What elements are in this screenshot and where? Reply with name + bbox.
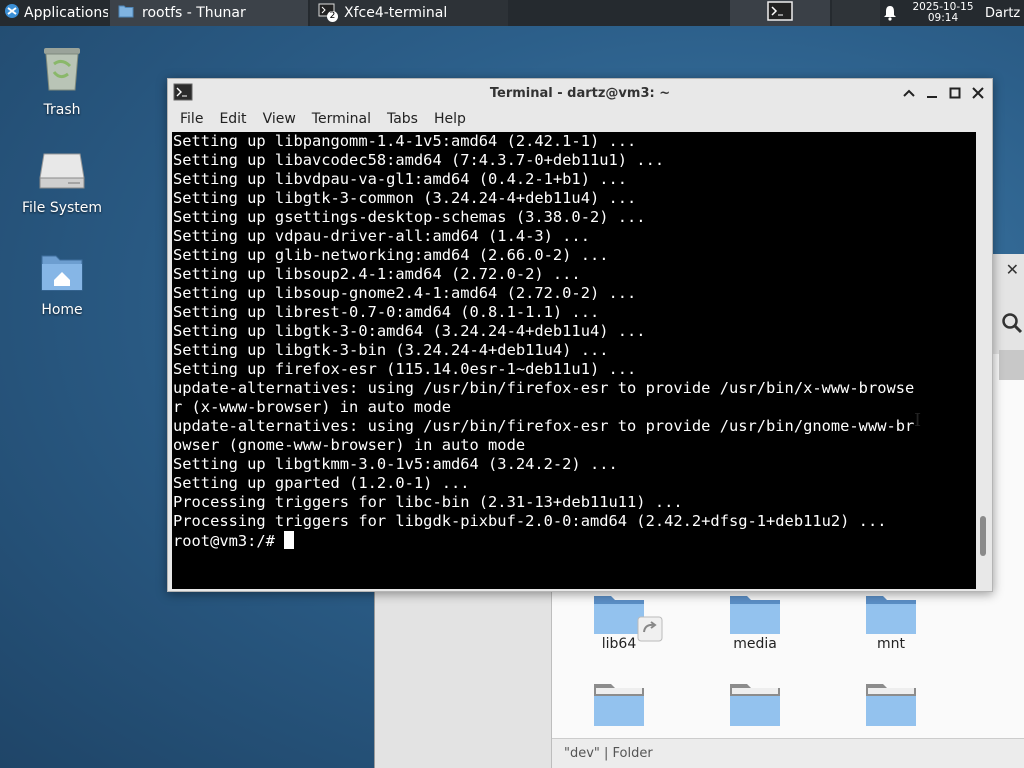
menu-help[interactable]: Help [426,111,474,127]
user-menu[interactable]: Dartz [985,0,1024,26]
folder-icon [695,682,815,728]
terminal-line: r (x-www-browser) in auto mode [173,398,451,416]
desktop-icon-home[interactable]: Home [12,250,112,318]
desktop-icon-label: File System [21,200,103,216]
thunar-statusbar: "dev" | Folder [552,738,1024,768]
menu-view[interactable]: View [255,111,304,127]
terminal-line: Setting up glib-networking:amd64 (2.66.0… [173,246,609,264]
terminal-launcher-button[interactable] [730,0,830,26]
terminal-scrollbar[interactable] [976,132,990,589]
folder-icon [118,4,134,22]
folder-item[interactable]: media [695,594,815,652]
terminal-line: Setting up firefox-esr (115.14.0esr-1~de… [173,360,637,378]
menu-terminal[interactable]: Terminal [304,111,379,127]
text-cursor [284,531,295,549]
terminal-line: Setting up libsoup-gnome2.4-1:amd64 (2.7… [173,284,637,302]
terminal-line: Setting up libsoup2.4-1:amd64 (2.72.0-2)… [173,265,581,283]
desktop-icon-file-system[interactable]: File System [12,148,112,216]
folder-icon [695,594,815,636]
folder-item[interactable]: mnt [831,594,951,652]
folder-item[interactable] [831,682,951,728]
trash-icon [38,48,86,98]
clock[interactable]: 2025-10-15 09:14 [903,0,983,26]
clock-time: 09:14 [927,12,959,24]
terminal-menubar: File Edit View Terminal Tabs Help [168,107,992,131]
drive-icon [38,153,86,196]
taskbar-item-thunar[interactable]: rootfs - Thunar [110,0,308,26]
terminal-line: Setting up libavcodec58:amd64 (7:4.3.7-0… [173,151,665,169]
terminal-window: Terminal - dartz@vm3: ~ File Edit View T… [167,78,993,592]
taskbar-item-label: rootfs - Thunar [142,5,246,21]
folder-label: mnt [877,636,905,652]
close-icon[interactable] [969,84,987,102]
terminal-line: Setting up libgtk-3-common (3.24.24-4+de… [173,189,637,207]
maximize-icon[interactable] [946,84,964,102]
terminal-line: Setting up gparted (1.2.0-1) ... [173,474,470,492]
terminal-line: update-alternatives: using /usr/bin/fire… [173,379,915,397]
top-panel: Applications ⋮ rootfs - Thunar 2 Xfce4-t… [0,0,1024,26]
terminal-line: owser (gnome-www-browser) in auto mode [173,436,526,454]
prompt-text: root@vm3:/# [173,532,285,550]
window-title: Terminal - dartz@vm3: ~ [489,85,671,101]
applications-menu-button[interactable]: Applications ⋮ [0,0,108,26]
text-cursor-ibeam-icon: I [914,410,922,431]
terminal-line: Setting up libpangomm-1.4-1v5:amd64 (2.4… [173,132,637,150]
desktop-icon-label: Trash [43,102,81,118]
folder-icon [559,682,679,728]
folder-icon [831,594,951,636]
xfce-logo-icon [4,3,20,23]
location-bar[interactable] [999,350,1024,380]
prompt-line[interactable]: root@vm3:/# [173,531,976,550]
terminal-line: Setting up libgtkmm-3.0-1v5:amd64 (3.24.… [173,455,618,473]
menu-file[interactable]: File [172,111,211,127]
close-icon[interactable]: ✕ [1006,260,1019,279]
symlink-badge-icon [637,616,663,642]
taskbar-item-terminal[interactable]: 2 Xfce4-terminal [310,0,508,26]
terminal-output[interactable]: Setting up libpangomm-1.4-1v5:amd64 (2.4… [172,132,976,589]
terminal-line: update-alternatives: using /usr/bin/fire… [173,417,915,435]
folder-label: media [733,636,777,652]
terminal-line: Setting up gsettings-desktop-schemas (3.… [173,208,646,226]
scrollbar-thumb[interactable] [980,516,986,556]
terminal-icon: 2 [318,3,338,23]
notification-bell-icon[interactable] [880,0,900,26]
terminal-line: Setting up librest-0.7-0:amd64 (0.8.1-1.… [173,303,600,321]
applications-label: Applications [24,5,108,21]
home-folder-icon [38,255,86,298]
terminal-line: Processing triggers for libgdk-pixbuf-2.… [173,512,887,530]
search-icon[interactable] [1001,312,1023,340]
folder-item[interactable] [695,682,815,728]
terminal-line: Setting up libvdpau-va-gl1:amd64 (0.4.2-… [173,170,628,188]
folder-item[interactable]: lib64 [559,594,679,652]
terminal-line: Setting up vdpau-driver-all:amd64 (1.4-3… [173,227,590,245]
taskbar-item-label: Xfce4-terminal [344,5,448,21]
folder-icon [559,594,679,642]
desktop-icon-label: Home [41,302,83,318]
shade-up-icon[interactable] [900,84,918,102]
folder-item[interactable] [559,682,679,728]
terminal-icon [767,1,793,25]
panel-empty-area [832,0,880,26]
menu-edit[interactable]: Edit [211,111,254,127]
terminal-line: Processing triggers for libc-bin (2.31-1… [173,493,683,511]
folder-icon [831,682,951,728]
terminal-line: Setting up libgtk-3-0:amd64 (3.24.24-4+d… [173,322,646,340]
menu-tabs[interactable]: Tabs [379,111,426,127]
folder-label: lib64 [601,636,637,652]
terminal-titlebar[interactable]: Terminal - dartz@vm3: ~ [168,79,992,107]
minimize-icon[interactable] [923,84,941,102]
window-count-badge: 2 [327,11,338,22]
desktop-icon-trash[interactable]: Trash [12,44,112,118]
terminal-line: Setting up libgtk-3-bin (3.24.24-4+deb11… [173,341,609,359]
